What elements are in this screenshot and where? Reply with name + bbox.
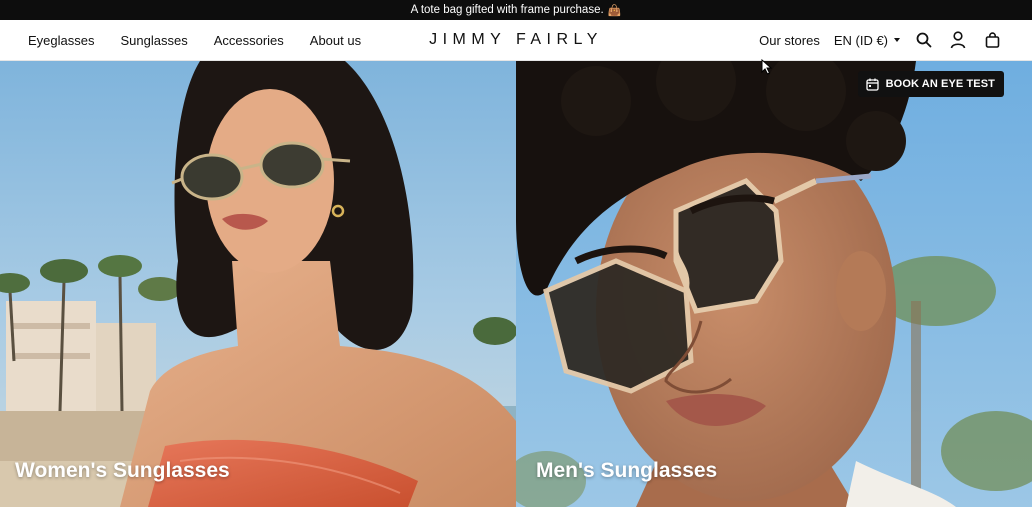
womens-sunglasses-panel[interactable]: Women's Sunglasses [0, 61, 516, 507]
mens-sunglasses-label: Men's Sunglasses [536, 459, 718, 482]
cart-icon [985, 32, 999, 48]
search-button[interactable] [914, 30, 934, 50]
womens-hero-image [0, 61, 516, 507]
book-eye-test-button[interactable]: BOOK AN EYE TEST [857, 71, 1004, 97]
promo-bar: A tote bag gifted with frame purchase. 👜 [0, 0, 1032, 20]
shopping-bag-icon: 👜 [607, 4, 622, 17]
account-button[interactable] [948, 30, 968, 50]
mens-hero-image [516, 61, 1032, 507]
womens-sunglasses-label: Women's Sunglasses [15, 459, 230, 482]
account-icon [950, 31, 966, 49]
promo-text: A tote bag gifted with frame purchase. [410, 4, 604, 16]
cart-button[interactable] [982, 30, 1002, 50]
site-header: Eyeglasses Sunglasses Accessories About … [0, 20, 1032, 61]
chevron-down-icon [894, 38, 900, 42]
mouse-cursor-icon [761, 59, 773, 75]
hero-section: Women's Sunglasses BOOK AN EYE TEST Men'… [0, 61, 1032, 507]
utility-nav: Our stores EN (ID €) [759, 30, 1002, 50]
search-icon [916, 32, 932, 48]
language-selector[interactable]: EN (ID €) [834, 33, 900, 48]
language-label: EN (ID €) [833, 32, 888, 48]
book-eye-test-label: BOOK AN EYE TEST [885, 78, 995, 90]
site-logo[interactable]: JIMMY FAIRLY [429, 31, 603, 48]
calendar-icon [865, 78, 879, 91]
our-stores-link[interactable]: Our stores [759, 33, 820, 48]
mens-sunglasses-panel[interactable]: BOOK AN EYE TEST Men's Sunglasses [516, 61, 1032, 507]
